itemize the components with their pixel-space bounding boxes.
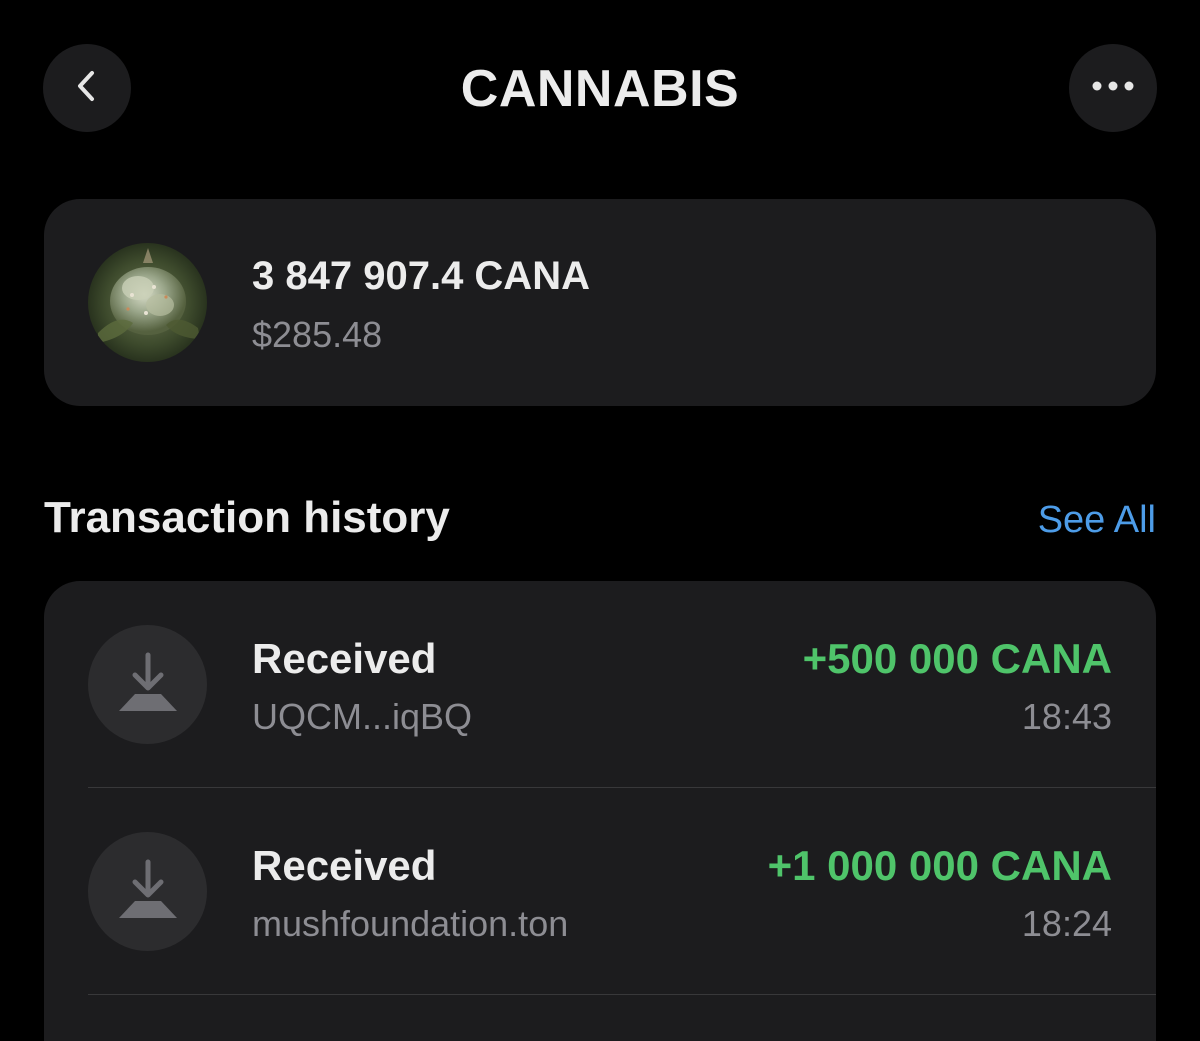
balance-card: 3 847 907.4 CANA $285.48 bbox=[44, 199, 1156, 406]
page-title: CANNABIS bbox=[460, 60, 740, 118]
transaction-time: 18:43 bbox=[1021, 696, 1112, 737]
see-all-link[interactable]: See All bbox=[1038, 494, 1156, 546]
transaction-amount: +500 000 CANA bbox=[802, 635, 1112, 682]
transaction-type: Received bbox=[252, 635, 437, 682]
token-balance: 3 847 907.4 CANA bbox=[252, 254, 590, 298]
transaction-history-title: Transaction history bbox=[44, 493, 450, 542]
transaction-amount: +1 000 000 CANA bbox=[767, 842, 1112, 889]
row-divider bbox=[88, 994, 1156, 995]
received-icon-container bbox=[88, 832, 207, 951]
transaction-row[interactable]: Received mushfoundation.ton +1 000 000 C… bbox=[44, 788, 1156, 995]
fiat-balance: $285.48 bbox=[252, 314, 383, 355]
token-avatar bbox=[88, 243, 207, 362]
transaction-counterparty: mushfoundation.ton bbox=[252, 903, 569, 944]
transaction-list: Received UQCM...iqBQ +500 000 CANA 18:43… bbox=[44, 581, 1156, 1041]
download-arrow-icon bbox=[115, 649, 181, 720]
transaction-time: 18:24 bbox=[1021, 903, 1112, 944]
transaction-type: Received bbox=[252, 842, 437, 889]
more-options-button[interactable] bbox=[1069, 44, 1157, 132]
received-icon-container bbox=[88, 625, 207, 744]
download-arrow-icon bbox=[115, 856, 181, 927]
transaction-counterparty: UQCM...iqBQ bbox=[252, 696, 473, 737]
more-horizontal-icon bbox=[1091, 79, 1135, 97]
transaction-row[interactable]: Received UQCM...iqBQ +500 000 CANA 18:43 bbox=[44, 581, 1156, 788]
